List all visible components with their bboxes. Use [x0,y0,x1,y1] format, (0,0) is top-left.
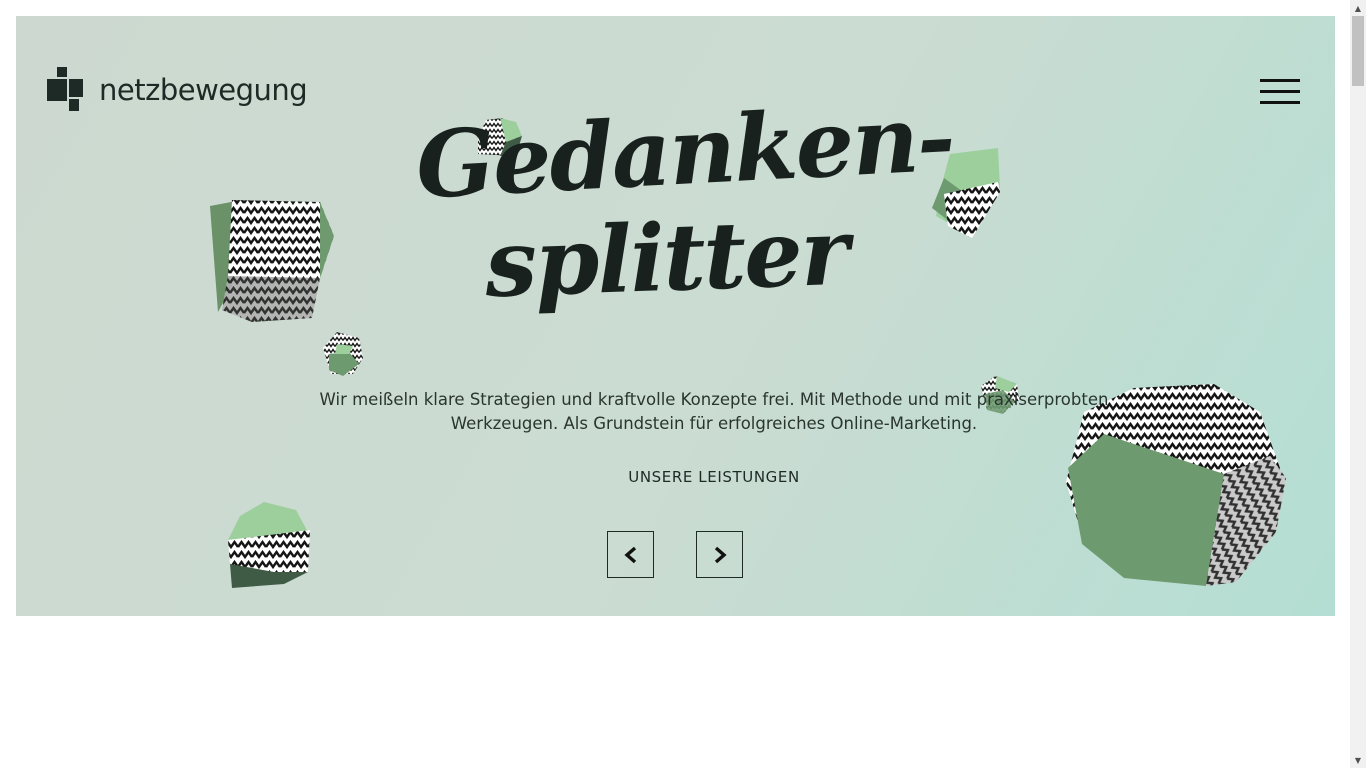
scroll-down-arrow-icon[interactable]: ▼ [1350,752,1366,768]
services-link[interactable]: UNSERE LEISTUNGEN [614,468,814,486]
scrollbar-thumb[interactable] [1352,16,1364,86]
rock-decoration [323,332,363,376]
headline-line-2: splitter [483,197,849,319]
rock-decoration [228,502,310,588]
brand-name: netzbewegung [99,73,308,107]
rock-decoration [210,200,334,322]
intro-line-2: Werkzeugen. Als Grundstein für erfolgrei… [450,414,978,433]
intro-line-1: Wir meißeln klare Strategien und kraftvo… [319,390,1109,409]
previous-slide-button[interactable] [607,531,654,578]
chevron-left-icon [623,546,636,563]
chevron-right-icon [714,546,727,563]
logo-mark-icon [47,67,85,113]
next-slide-button[interactable] [696,531,743,578]
hero-headline: Gedanken- splitter [414,84,956,319]
hero-section: netzbewegung Gedanken- splitter Wir meiß… [16,16,1335,616]
page-scrollbar[interactable]: ▲ ▼ [1350,0,1366,768]
hero-intro-text: Wir meißeln klare Strategien und kraftvo… [316,388,1112,436]
scroll-up-arrow-icon[interactable]: ▲ [1350,0,1366,16]
brand-logo[interactable]: netzbewegung [47,67,308,113]
hamburger-menu-icon[interactable] [1260,79,1300,106]
headline-line-1: Gedanken- [413,83,956,220]
